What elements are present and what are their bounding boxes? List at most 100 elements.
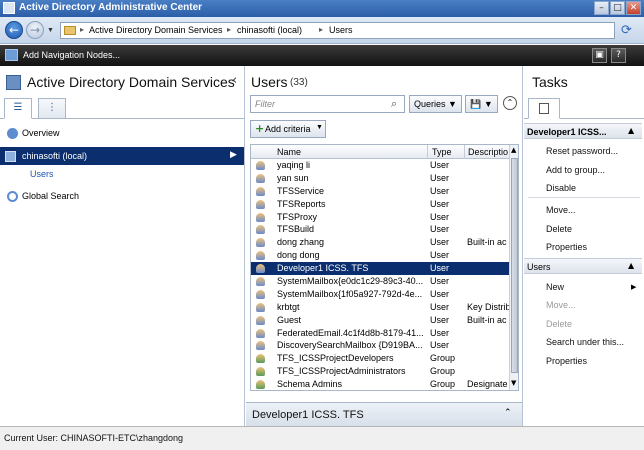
table-row[interactable]: SystemMailbox{e0dc1c29-89c3-40... User	[251, 275, 509, 288]
task-reset-password[interactable]: Reset password...	[546, 146, 618, 156]
table-row[interactable]: Developer1 ICSS. TFS User	[251, 262, 509, 276]
user-icon	[256, 264, 265, 274]
collapse-section-icon[interactable]: ▲	[628, 261, 634, 270]
search-icon[interactable]: ⌕	[391, 97, 397, 111]
task-disable[interactable]: Disable	[546, 183, 576, 193]
cell-name: TFS_ICSSProjectDevelopers	[277, 353, 394, 364]
task-search-under-this[interactable]: Search under this...	[546, 337, 624, 347]
task-section-user[interactable]: Developer1 ICSS... ▲	[524, 123, 642, 139]
cell-name: krbtgt	[277, 301, 300, 312]
table-row[interactable]: yan sun User	[251, 172, 509, 185]
title-bar: Active Directory Administrative Center –…	[0, 0, 644, 17]
nav-item-overview[interactable]: Overview	[0, 124, 244, 142]
cell-description: Designate	[467, 379, 508, 390]
breadcrumb-separator[interactable]: ▸	[80, 25, 84, 34]
task-move[interactable]: Move...	[546, 205, 576, 215]
cell-name: TFSService	[277, 185, 325, 196]
column-divider[interactable]	[427, 145, 428, 159]
table-row[interactable]: dong zhang User Built-in ac	[251, 236, 509, 249]
breadcrumb-domain-services[interactable]: Active Directory Domain Services	[89, 25, 223, 35]
column-header-name[interactable]: Name	[277, 147, 301, 157]
column-header-type[interactable]: Type	[432, 147, 452, 157]
task-page-icon	[539, 103, 549, 114]
window-title: Active Directory Administrative Center	[19, 2, 203, 13]
table-row[interactable]: DiscoverySearchMailbox {D919BA... User	[251, 339, 509, 352]
table-row[interactable]: Schema Admins Group Designate	[251, 378, 509, 390]
task-add-to-group[interactable]: Add to group...	[546, 165, 605, 175]
task-properties-users[interactable]: Properties	[546, 356, 587, 366]
breadcrumb-chinasofti[interactable]: chinasofti (local)	[237, 25, 302, 35]
breadcrumb-separator[interactable]: ▸	[319, 25, 323, 34]
collapse-section-icon[interactable]: ▲	[628, 126, 634, 135]
tab-tasks[interactable]	[528, 98, 560, 119]
collapse-filter-icon[interactable]: ⌃	[503, 96, 517, 110]
table-row[interactable]: TFSProxy User	[251, 211, 509, 224]
task-section-label: Developer1 ICSS...	[527, 127, 607, 137]
app-icon	[3, 2, 15, 14]
history-dropdown-icon[interactable]: ▼	[47, 27, 54, 34]
table-row[interactable]: TFS_ICSSProjectAdministrators Group	[251, 365, 509, 378]
maximize-button[interactable]: □	[610, 1, 625, 15]
chevron-down-icon: ▼	[316, 124, 323, 131]
navigation-pane: Active Directory Domain Services ‹ ☰ ⋮ O…	[0, 66, 245, 426]
table-row[interactable]: Guest User Built-in ac	[251, 314, 509, 327]
nav-item-label: chinasofti (local)	[22, 151, 88, 161]
forward-button[interactable]: →	[26, 21, 44, 39]
vertical-scrollbar[interactable]: ▲ ▼	[509, 145, 518, 390]
nav-item-users[interactable]: Users	[30, 169, 54, 179]
tab-tree-view[interactable]: ⋮	[38, 98, 66, 119]
expand-preview-icon[interactable]: ⌃	[504, 408, 512, 418]
tab-list-view[interactable]: ☰	[4, 98, 32, 119]
add-criteria-button[interactable]: + Add criteria ▼	[250, 120, 326, 138]
add-icon: +	[255, 122, 265, 135]
cell-type: User	[430, 160, 450, 170]
add-navigation-nodes-link[interactable]: Add Navigation Nodes...	[23, 50, 120, 60]
breadcrumb-separator[interactable]: ▸	[227, 25, 231, 34]
table-row[interactable]: FederatedEmail.4c1f4d8b-8179-41... User	[251, 327, 509, 340]
task-new[interactable]: New	[546, 282, 564, 292]
cell-type: Group	[430, 366, 456, 377]
scroll-down-icon[interactable]: ▼	[511, 379, 516, 387]
nav-item-global-search[interactable]: Global Search	[0, 187, 244, 205]
expand-arrow-icon[interactable]: ▶	[230, 150, 237, 160]
table-row[interactable]: dong dong User	[251, 249, 509, 262]
user-icon	[256, 277, 265, 287]
queries-button[interactable]: Queries ▼	[409, 95, 462, 113]
table-row[interactable]: TFSReports User	[251, 198, 509, 211]
user-icon	[256, 186, 265, 196]
breadcrumb-users[interactable]: Users	[329, 25, 353, 35]
table-row[interactable]: TFSService User	[251, 185, 509, 198]
domain-icon	[5, 151, 16, 162]
scrollbar-thumb[interactable]	[511, 158, 518, 373]
manage-icon[interactable]: ▣	[592, 48, 607, 63]
save-query-button[interactable]: 💾 ▼	[465, 95, 498, 113]
breadcrumb[interactable]: ▸ Active Directory Domain Services ▸ chi…	[60, 22, 615, 39]
table-row[interactable]: TFSBuild User	[251, 223, 509, 236]
scroll-up-icon[interactable]: ▲	[511, 146, 516, 154]
table-row[interactable]: yaqing li User	[251, 159, 509, 172]
help-icon[interactable]: ?	[611, 48, 626, 63]
task-section-users[interactable]: Users ▲	[524, 258, 642, 274]
domain-services-icon	[6, 75, 21, 90]
submenu-arrow-icon[interactable]: ▶	[631, 283, 636, 291]
minimize-button[interactable]: –	[594, 1, 609, 15]
table-row[interactable]: krbtgt User Key Distrib	[251, 301, 509, 314]
refresh-icon[interactable]: ⟳	[621, 23, 632, 38]
cell-type: User	[430, 288, 450, 299]
preview-pane[interactable]: Developer1 ICSS. TFS ⌃	[246, 402, 522, 426]
table-row[interactable]: TFS_ICSSProjectDevelopers Group	[251, 352, 509, 365]
back-button[interactable]: ←	[5, 21, 23, 39]
nav-item-chinasofti[interactable]: chinasofti (local) ▶	[0, 147, 244, 165]
task-delete-disabled: Delete	[546, 319, 573, 329]
column-header-description[interactable]: Descriptio	[468, 147, 508, 157]
column-divider[interactable]	[464, 145, 465, 159]
cell-name: TFSReports	[277, 198, 326, 209]
close-button[interactable]: ✕	[626, 1, 641, 15]
task-properties[interactable]: Properties	[546, 242, 587, 252]
cell-type: User	[430, 276, 450, 287]
collapse-navigation-icon[interactable]: ‹	[232, 73, 237, 88]
table-row[interactable]: SystemMailbox{1f05a927-792d-4e... User	[251, 288, 509, 301]
task-delete[interactable]: Delete	[546, 224, 572, 234]
cell-type: User	[430, 263, 450, 274]
filter-input[interactable]: Filter ⌕	[250, 95, 405, 113]
